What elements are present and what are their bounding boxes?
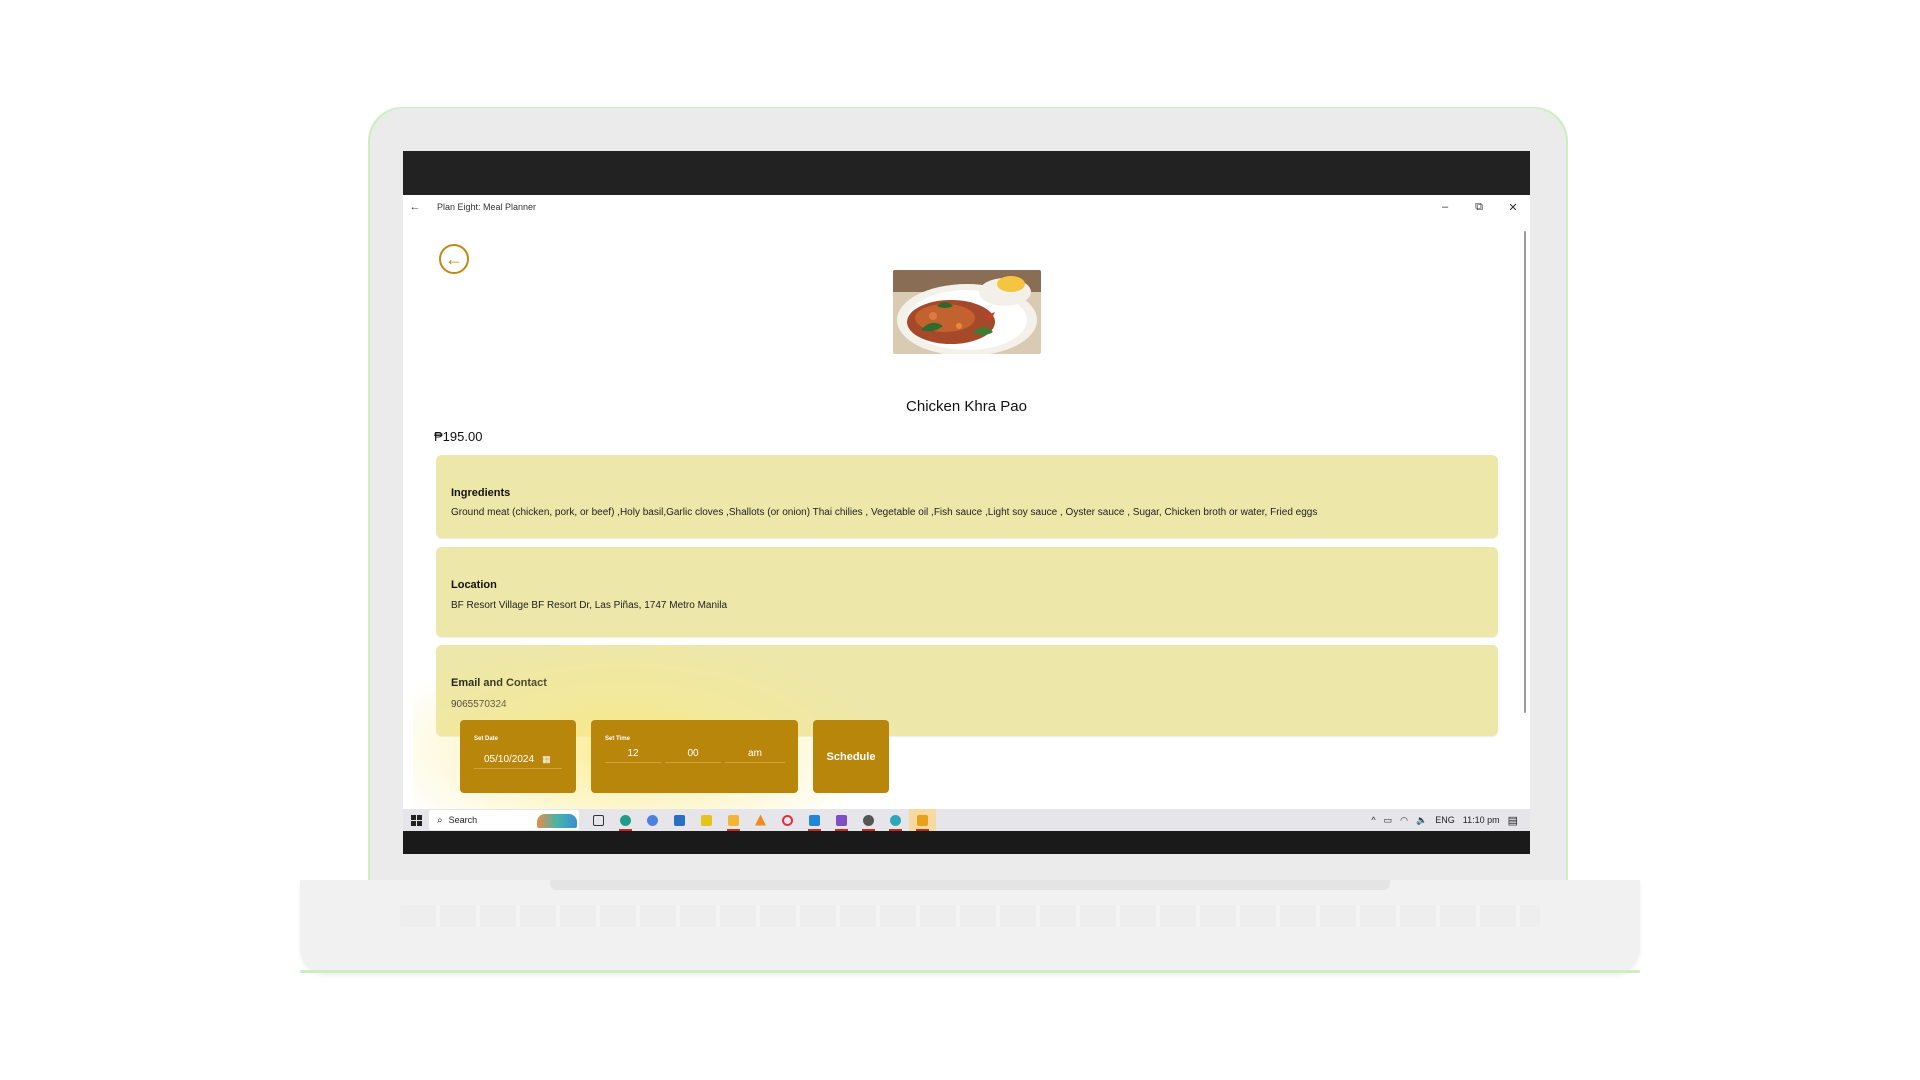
date-value: 05/10/2024 <box>484 754 535 765</box>
contact-text: 9065570324 <box>451 699 507 710</box>
hour-selector[interactable]: 12 <box>605 745 661 763</box>
window-titlebar: ← Plan Eight: Meal Planner – ⧉ ✕ <box>403 195 1530 219</box>
notification-icon[interactable]: ▤ <box>1508 814 1518 827</box>
taskbar-apps <box>585 809 936 831</box>
vscode-icon <box>809 814 820 826</box>
close-button[interactable]: ✕ <box>1496 201 1530 214</box>
task-view-icon <box>593 814 604 826</box>
language-indicator[interactable]: ENG <box>1435 815 1455 825</box>
edge-icon <box>620 814 631 826</box>
system-tray: ^ ▭ ◠ 🔈 ENG 11:10 pm ▤ <box>1371 814 1530 827</box>
store-icon <box>674 814 685 826</box>
folder-icon <box>728 814 739 826</box>
arrow-left-icon: ← <box>445 249 463 269</box>
app-window: ← Plan Eight: Meal Planner – ⧉ ✕ ← Chick… <box>403 195 1530 854</box>
dish-photo-image <box>893 270 1041 354</box>
wifi-icon[interactable]: ◠ <box>1400 815 1408 826</box>
location-card: Location BF Resort Village BF Resort Dr,… <box>436 547 1498 637</box>
battery-icon[interactable]: ▭ <box>1384 815 1393 826</box>
taskbar-app-meal-planner[interactable] <box>909 809 936 831</box>
restore-button[interactable]: ⧉ <box>1462 201 1496 214</box>
window-title: Plan Eight: Meal Planner <box>437 202 537 212</box>
search-highlight-icon <box>537 814 577 828</box>
gear-icon <box>863 814 874 826</box>
minute-value: 00 <box>687 748 699 759</box>
vertical-scrollbar[interactable] <box>1524 231 1526 713</box>
window-back-icon[interactable]: ← <box>403 201 427 213</box>
sticky-notes-icon <box>701 814 712 826</box>
date-picker-box: Set Date 05/10/2024 ▦ <box>460 720 576 793</box>
taskbar-clock[interactable]: 11:10 pm <box>1463 815 1500 825</box>
dish-photo <box>893 270 1041 354</box>
laptop-screen: ← Plan Eight: Meal Planner – ⧉ ✕ ← Chick… <box>403 151 1530 854</box>
taskbar-app-vscode[interactable] <box>801 809 828 831</box>
search-icon: ⌕ <box>437 814 443 826</box>
volume-icon[interactable]: 🔈 <box>1416 815 1427 826</box>
screen-top-bezel <box>403 151 1530 195</box>
ingredients-text: Ground meat (chicken, pork, or beef) ,Ho… <box>451 507 1318 518</box>
start-button[interactable] <box>403 814 429 826</box>
meal-planner-app-icon <box>917 814 928 826</box>
copilot-icon <box>647 814 658 826</box>
taskbar-search-box[interactable]: ⌕ Search <box>429 810 579 830</box>
hour-value: 12 <box>627 748 639 759</box>
taskbar-app-vlc[interactable] <box>747 809 774 831</box>
set-date-label: Set Date <box>474 736 499 742</box>
ingredients-card: Ingredients Ground meat (chicken, pork, … <box>436 455 1498 538</box>
visual-studio-icon <box>836 814 847 826</box>
location-heading: Location <box>451 579 497 591</box>
period-selector[interactable]: am <box>725 745 785 763</box>
period-value: am <box>748 748 762 759</box>
ingredients-heading: Ingredients <box>451 487 511 499</box>
time-picker-box: Set Time 12 00 am <box>591 720 798 793</box>
taskbar: ⌕ Search ^ ▭ ◠ 🔈 ENG 11:10 pm ▤ <box>403 809 1530 831</box>
taskbar-app-sticky[interactable] <box>693 809 720 831</box>
calendar-icon: ▦ <box>542 754 551 764</box>
vlc-icon <box>755 814 766 826</box>
opera-icon <box>782 814 793 826</box>
window-controls: – ⧉ ✕ <box>1428 201 1530 214</box>
schedule-button[interactable]: Schedule <box>813 720 889 793</box>
contact-heading: Email and Contact <box>451 677 547 689</box>
minute-selector[interactable]: 00 <box>665 745 721 763</box>
taskbar-app-explorer[interactable] <box>720 809 747 831</box>
back-button[interactable]: ← <box>439 244 469 274</box>
tray-chevron-icon[interactable]: ^ <box>1371 815 1375 825</box>
dish-name: Chicken Khra Pao <box>906 398 1027 415</box>
taskbar-app-visual-studio[interactable] <box>828 809 855 831</box>
screen-bottom-bezel <box>403 831 1530 854</box>
minimize-button[interactable]: – <box>1428 201 1462 214</box>
taskbar-app-settings[interactable] <box>855 809 882 831</box>
task-view-button[interactable] <box>585 809 612 831</box>
date-picker-field[interactable]: 05/10/2024 ▦ <box>474 751 562 769</box>
laptop-base-edge <box>300 970 1640 973</box>
laptop-base <box>300 880 1640 974</box>
dish-price: ₱195.00 <box>434 429 483 444</box>
taskbar-app-store[interactable] <box>666 809 693 831</box>
search-placeholder: Search <box>448 815 478 825</box>
location-text: BF Resort Village BF Resort Dr, Las Piña… <box>451 600 728 611</box>
set-time-label: Set Time <box>605 736 630 742</box>
windows-logo-icon <box>410 814 422 826</box>
edge-beta-icon <box>890 814 901 826</box>
taskbar-app-edge-beta[interactable] <box>882 809 909 831</box>
taskbar-app-copilot[interactable] <box>639 809 666 831</box>
taskbar-app-opera[interactable] <box>774 809 801 831</box>
taskbar-app-edge[interactable] <box>612 809 639 831</box>
laptop-keyboard <box>400 905 1540 927</box>
